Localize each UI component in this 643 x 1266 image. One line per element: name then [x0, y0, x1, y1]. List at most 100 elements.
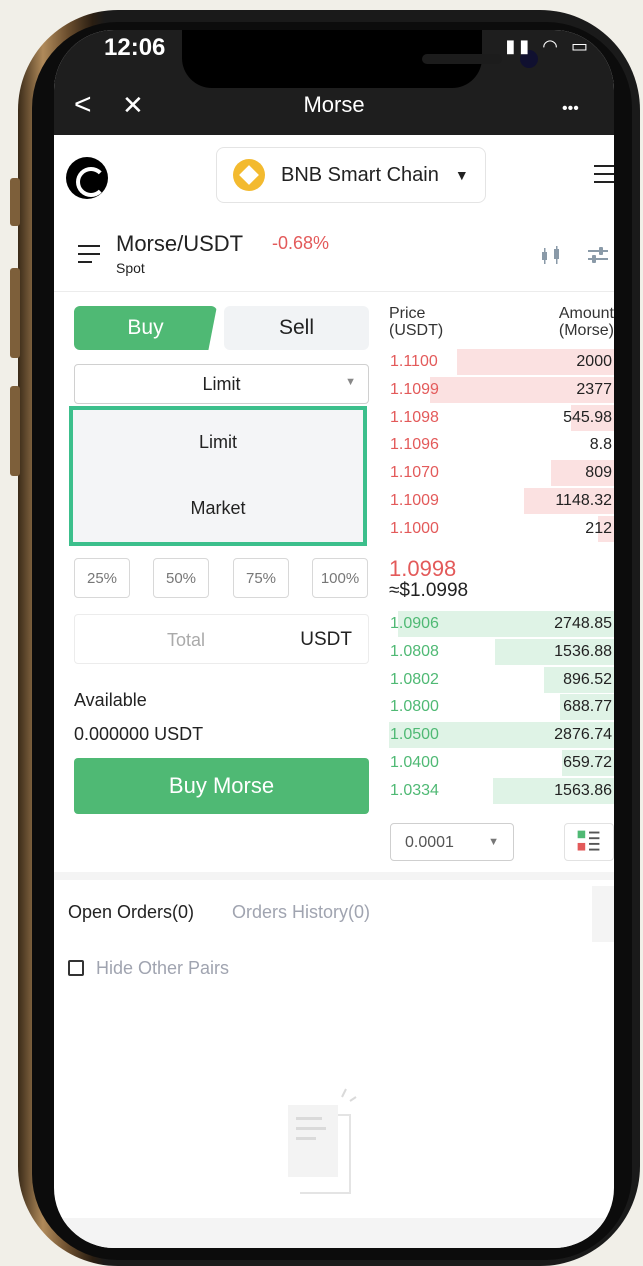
divider — [54, 291, 614, 292]
bid-amount: 1563.86 — [554, 781, 612, 799]
more-icon[interactable]: ••• — [562, 94, 579, 124]
order-type-dropdown: Limit Market — [69, 406, 367, 546]
pair-change: -0.68% — [272, 233, 330, 253]
ask-price: 1.1099 — [390, 380, 439, 398]
option-market[interactable]: Market — [73, 498, 363, 519]
hide-pairs-label: Hide Other Pairs — [96, 958, 230, 978]
percent-50-button[interactable]: 50% — [153, 558, 209, 598]
ask-row[interactable]: 1.1098 545.98 — [389, 404, 614, 431]
menu-icon[interactable] — [594, 165, 614, 189]
order-type-select[interactable]: Limit ▼ — [74, 364, 369, 404]
bid-amount: 659.72 — [563, 754, 612, 771]
percent-100-button[interactable]: 100% — [312, 558, 368, 598]
bid-row[interactable]: 1.0334 1563.86 — [389, 777, 614, 804]
ask-row[interactable]: 1.1000 212 — [389, 515, 614, 542]
tab-open-orders[interactable]: Open Orders(0) — [68, 902, 194, 923]
bid-amount: 896.52 — [563, 670, 612, 688]
ask-amount: 1148.32 — [555, 492, 612, 509]
volume-up-button — [10, 268, 20, 358]
tab-sell[interactable]: Sell — [224, 306, 369, 350]
ask-row[interactable]: 1.1070 809 — [389, 460, 614, 487]
ask-row[interactable]: 1.1096 8.8 — [389, 432, 614, 458]
nav-bar: 12:06 ▮▮ ◠ ▭ < ✕ Morse ••• — [54, 30, 614, 135]
available-value: 0.000000 USDT — [74, 724, 204, 744]
ask-row[interactable]: 1.1009 1148.32 — [389, 488, 614, 514]
hide-pairs-checkbox[interactable] — [68, 960, 84, 976]
pair-list-icon[interactable] — [78, 245, 100, 269]
buy-morse-button[interactable]: Buy Morse — [74, 758, 369, 814]
pair-type: Spot — [116, 260, 145, 276]
ask-row[interactable]: 1.1100 2000 — [389, 349, 614, 375]
bid-price: 1.0500 — [390, 726, 439, 744]
bid-amount: 2876.74 — [554, 726, 612, 744]
chain-selector[interactable]: BNB Smart Chain ▼ — [216, 147, 486, 203]
side-tabs: Buy Sell — [74, 306, 369, 350]
tab-buy[interactable]: Buy — [74, 306, 217, 350]
percent-buttons: 25% 50% 75% 100% — [74, 558, 369, 598]
bottom-bar — [54, 1218, 614, 1248]
total-input[interactable]: Total USDT — [74, 614, 369, 664]
speaker — [422, 54, 502, 64]
bid-row[interactable]: 1.0802 896.52 — [389, 666, 614, 693]
ask-amount: 8.8 — [589, 436, 612, 454]
bid-price: 1.0906 — [390, 615, 439, 632]
price-header-label: Price — [389, 305, 426, 322]
notch — [182, 30, 538, 88]
ask-amount: 2377 — [576, 380, 612, 398]
caret-down-icon: ▼ — [345, 376, 356, 388]
ask-amount: 2000 — [576, 353, 612, 370]
chain-label: BNB Smart Chain — [281, 163, 439, 186]
bnb-icon — [233, 159, 265, 191]
status-icons: ▮▮ ◠ ▭ — [505, 36, 592, 56]
pair-name[interactable]: Morse/USDT — [116, 231, 243, 257]
ask-row[interactable]: 1.1099 2377 — [389, 376, 614, 403]
orderbook-price-header: Price (USDT) — [389, 305, 443, 339]
bid-price: 1.0334 — [390, 781, 439, 799]
document-icon[interactable] — [592, 886, 614, 942]
orderbook-amount-header: Amount (Morse) — [559, 305, 614, 339]
bid-price: 1.0800 — [390, 698, 439, 716]
ask-amount: 545.98 — [563, 408, 612, 426]
orderbook-layout-icon[interactable] — [564, 823, 614, 861]
app-logo[interactable] — [66, 157, 108, 199]
amount-header-unit: (Morse) — [558, 322, 614, 339]
ask-price: 1.1000 — [390, 519, 439, 537]
bid-amount: 688.77 — [563, 698, 612, 716]
last-price: 1.0998 — [389, 556, 457, 581]
caret-down-icon: ▼ — [488, 836, 499, 848]
app-header: BNB Smart Chain ▼ — [54, 135, 614, 225]
status-time: 12:06 — [104, 34, 166, 61]
candlestick-icon[interactable] — [540, 245, 564, 265]
mute-switch — [10, 178, 20, 226]
empty-state-icon — [288, 1088, 357, 1194]
last-price-usd: ≈$1.0998 — [389, 580, 469, 601]
bid-row[interactable]: 1.0400 659.72 — [389, 750, 614, 776]
bid-price: 1.0808 — [390, 642, 439, 660]
bid-row[interactable]: 1.0800 688.77 — [389, 694, 614, 721]
bid-amount: 1536.88 — [554, 642, 612, 660]
section-separator — [54, 872, 614, 880]
tab-orders-history[interactable]: Orders History(0) — [232, 902, 370, 923]
ask-price: 1.1096 — [390, 436, 439, 454]
bid-row[interactable]: 1.0906 2748.85 — [389, 611, 614, 637]
caret-down-icon: ▼ — [454, 167, 469, 183]
bid-amount: 2748.85 — [554, 615, 612, 632]
bid-row[interactable]: 1.0500 2876.74 — [389, 722, 614, 749]
device-mockup: 12:06 ▮▮ ◠ ▭ < ✕ Morse ••• BNB Smart Cha… — [0, 0, 643, 1266]
precision-select[interactable]: 0.0001 ▼ — [390, 823, 514, 861]
sliders-icon[interactable] — [586, 245, 610, 265]
order-type-value: Limit — [202, 373, 241, 394]
amount-header-label: Amount — [558, 305, 614, 322]
percent-75-button[interactable]: 75% — [233, 558, 289, 598]
option-limit[interactable]: Limit — [73, 432, 363, 453]
ask-price: 1.1070 — [390, 464, 439, 482]
precision-value: 0.0001 — [405, 834, 454, 851]
ask-price: 1.1009 — [390, 492, 439, 509]
pair-bar: Morse/USDT -0.68% Spot — [54, 225, 614, 291]
bid-price: 1.0400 — [390, 754, 439, 771]
total-unit: USDT — [300, 629, 352, 650]
ask-price: 1.1098 — [390, 408, 439, 426]
bid-row[interactable]: 1.0808 1536.88 — [389, 638, 614, 665]
percent-25-button[interactable]: 25% — [74, 558, 130, 598]
ask-price: 1.1100 — [390, 353, 438, 370]
